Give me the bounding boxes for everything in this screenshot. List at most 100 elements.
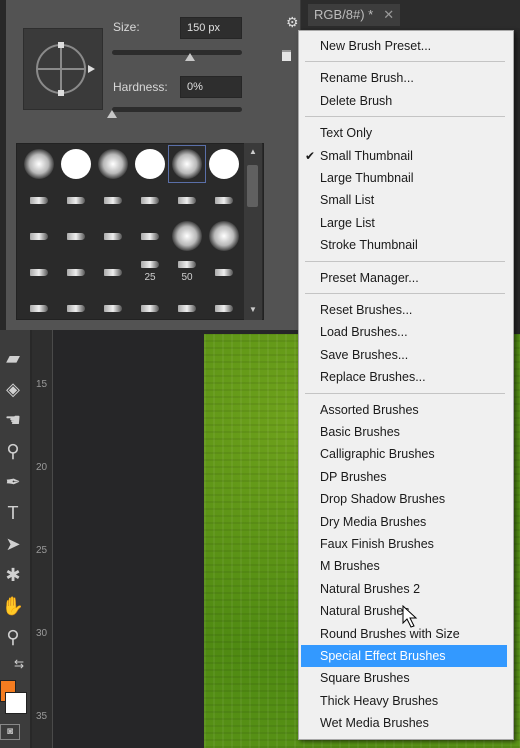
quick-mask-icon[interactable]: ◙ — [0, 724, 20, 740]
brush-preset[interactable] — [132, 146, 168, 182]
brush-preset[interactable] — [95, 254, 131, 290]
brush-size-label: 25 — [144, 272, 156, 283]
menu-item[interactable]: Faux Finish Brushes — [299, 533, 513, 555]
document-tab[interactable]: RGB/8#) * ✕ — [308, 4, 401, 26]
scroll-up-icon[interactable]: ▲ — [249, 147, 257, 156]
brush-preset[interactable] — [95, 218, 131, 254]
menu-item[interactable]: Special Effect Brushes — [301, 645, 507, 667]
brush-preset[interactable] — [132, 182, 168, 218]
brush-angle-preview[interactable] — [23, 28, 103, 110]
close-icon[interactable]: ✕ — [383, 7, 394, 22]
shape-icon[interactable]: ✱ — [0, 561, 26, 589]
menu-item[interactable]: M Brushes — [299, 555, 513, 577]
dodge-icon[interactable]: ⚲ — [0, 437, 26, 465]
menu-item-label: Faux Finish Brushes — [320, 537, 434, 551]
menu-item-label: Square Brushes — [320, 671, 410, 686]
brush-preset[interactable] — [169, 218, 205, 254]
menu-item[interactable]: Drop Shadow Brushes — [299, 488, 513, 510]
menu-item[interactable]: Natural Brushes 2 — [299, 578, 513, 600]
menu-item[interactable]: Save Brushes... — [299, 344, 513, 366]
brush-preset[interactable] — [58, 290, 94, 319]
menu-item[interactable]: Replace Brushes... — [299, 366, 513, 388]
brush-preset[interactable] — [21, 254, 57, 290]
brush-preset[interactable] — [95, 146, 131, 182]
brush-preset[interactable] — [132, 218, 168, 254]
menu-item[interactable]: Dry Media Brushes — [299, 511, 513, 533]
brush-tip-icon — [141, 261, 159, 268]
menu-item[interactable]: Wet Media Brushes — [299, 712, 513, 734]
brush-preset[interactable] — [58, 146, 94, 182]
menu-item[interactable]: Large Thumbnail — [299, 167, 513, 189]
brush-preset[interactable] — [95, 182, 131, 218]
menu-item[interactable]: Delete Brush — [299, 90, 513, 112]
menu-item[interactable]: Stroke Thumbnail — [299, 234, 513, 256]
background-color-swatch[interactable] — [5, 692, 27, 714]
brush-preset[interactable] — [168, 145, 206, 183]
brush-grid-scrollbar[interactable]: ▲ ▼ — [244, 143, 262, 320]
brush-tip-icon — [104, 196, 122, 204]
brush-preset[interactable] — [58, 254, 94, 290]
size-slider-thumb[interactable] — [185, 53, 195, 61]
size-slider[interactable] — [112, 50, 242, 55]
scrollbar-thumb[interactable] — [247, 165, 258, 207]
brush-panel-menu: New Brush Preset... Rename Brush... Delete… — [298, 30, 514, 740]
menu-item[interactable]: DP Brushes — [299, 466, 513, 488]
brush-preset[interactable] — [58, 218, 94, 254]
menu-item[interactable]: Small List — [299, 189, 513, 211]
menu-item[interactable]: ✔ Small Thumbnail — [299, 145, 513, 167]
menu-item-label: Large Thumbnail — [320, 171, 414, 185]
menu-item-label: Round Brushes with Size — [320, 626, 460, 641]
brush-preset[interactable] — [21, 218, 57, 254]
brush-preset[interactable] — [206, 182, 242, 218]
menu-item[interactable]: Reset Brushes... — [299, 299, 513, 321]
brush-tip-icon — [178, 304, 196, 312]
menu-item[interactable]: Basic Brushes — [299, 421, 513, 443]
zoom-icon[interactable]: ⚲ — [0, 623, 26, 651]
size-field[interactable]: 150 px — [180, 17, 242, 39]
menu-item[interactable]: Preset Manager... — [299, 267, 513, 289]
brush-preset[interactable] — [206, 290, 242, 319]
brush-preset[interactable] — [21, 182, 57, 218]
type-icon[interactable]: T — [0, 499, 26, 527]
brush-preset[interactable] — [206, 254, 242, 290]
menu-item[interactable]: Load Brushes... — [299, 321, 513, 343]
menu-item-label: Small List — [320, 193, 375, 208]
brush-preset[interactable] — [206, 146, 242, 182]
menu-item[interactable]: Rename Brush... — [299, 67, 513, 89]
brush-preset[interactable] — [21, 146, 57, 182]
menu-item[interactable]: Text Only — [299, 122, 513, 144]
eraser-icon[interactable]: ▰ — [0, 344, 26, 372]
brush-preset[interactable] — [169, 182, 205, 218]
soft-round-brush-icon — [172, 221, 202, 251]
hardness-slider-thumb[interactable] — [107, 110, 117, 118]
new-preset-icon[interactable] — [282, 50, 291, 61]
menu-item[interactable]: Calligraphic Brushes — [299, 443, 513, 465]
hardness-slider[interactable] — [112, 107, 242, 112]
pen-icon[interactable]: ✒ — [0, 468, 26, 496]
brush-preset[interactable] — [58, 182, 94, 218]
brush-preset[interactable]: 25 — [132, 254, 168, 290]
smudge-icon[interactable]: ☚ — [0, 406, 26, 434]
paint-bucket-icon[interactable]: ◈ — [0, 375, 26, 403]
gear-icon[interactable]: ⚙ — [286, 14, 299, 31]
brush-preset[interactable] — [206, 218, 242, 254]
brush-preset[interactable] — [21, 290, 57, 319]
brush-preset[interactable] — [95, 290, 131, 319]
menu-separator — [305, 61, 505, 63]
scroll-down-icon[interactable]: ▼ — [249, 305, 257, 314]
menu-item[interactable]: Large List — [299, 212, 513, 234]
menu-item[interactable]: New Brush Preset... — [299, 35, 513, 57]
menu-item-label: Dry Media Brushes — [320, 514, 427, 529]
brush-preset[interactable] — [169, 290, 205, 319]
path-select-icon[interactable]: ➤ — [0, 530, 26, 558]
menu-item[interactable]: Thick Heavy Brushes — [299, 690, 513, 712]
menu-item[interactable]: Assorted Brushes — [299, 399, 513, 421]
swap-colors-icon[interactable]: ⇆ — [6, 650, 32, 678]
brush-preset[interactable] — [132, 290, 168, 319]
soft-round-brush-icon — [172, 149, 202, 179]
brush-preset[interactable]: 50 — [169, 254, 205, 290]
menu-item[interactable]: Square Brushes — [299, 667, 513, 689]
hardness-field[interactable]: 0% — [180, 76, 242, 98]
hand-icon[interactable]: ✋ — [0, 592, 26, 620]
menu-item-label: Drop Shadow Brushes — [320, 492, 446, 507]
